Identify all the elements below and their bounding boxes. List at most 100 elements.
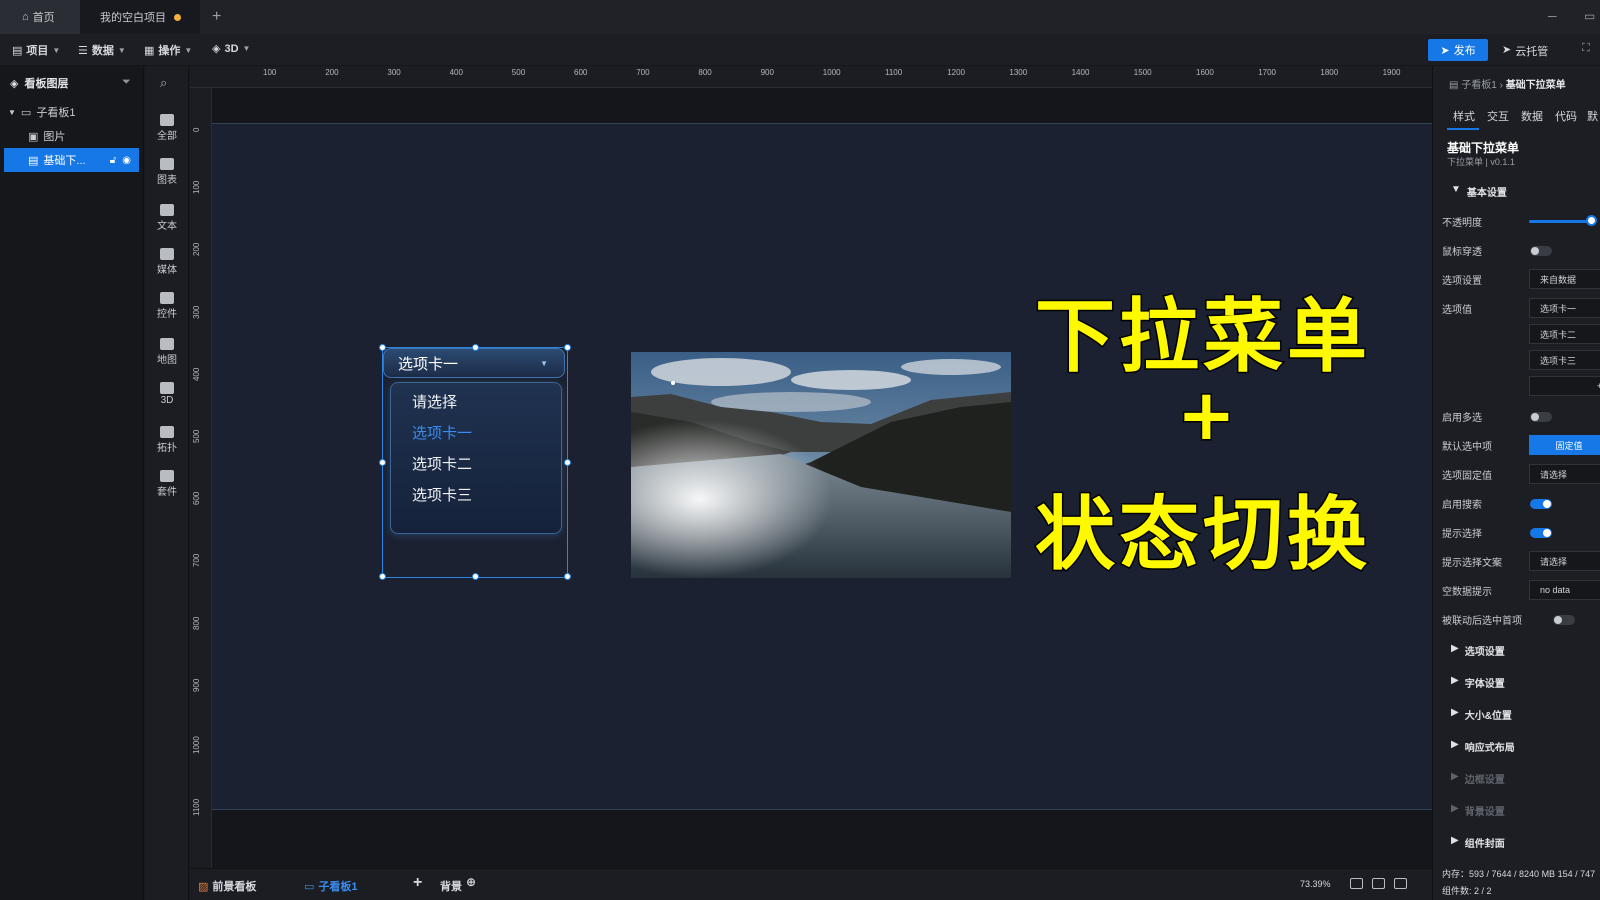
section-cover[interactable]: ▶ 组件封面 [1451, 835, 1505, 850]
resize-handle[interactable] [564, 459, 571, 466]
add-option-button[interactable]: + [1529, 376, 1600, 396]
menu-data[interactable]: ☰ 数据 ▼ [78, 42, 126, 58]
selection-box[interactable] [379, 344, 571, 580]
option-value-input[interactable]: 选项卡一 [1529, 298, 1600, 318]
tab-code[interactable]: 代码 [1555, 108, 1577, 124]
fixed-value-input[interactable]: 请选择 [1529, 464, 1600, 484]
tab-subboard[interactable]: ▭ 子看板1 [304, 878, 358, 894]
tab-data[interactable]: 数据 [1521, 108, 1543, 124]
minimize-button[interactable]: ─ [1548, 9, 1557, 23]
chevron-down-icon: ▼ [184, 45, 193, 55]
empty-hint-input[interactable]: no data [1529, 580, 1600, 600]
ruler-tick-label: 900 [760, 68, 774, 77]
hint-toggle[interactable] [1530, 528, 1552, 538]
board-canvas[interactable]: 选项卡一 ▼ 请选择 选项卡一 选项卡二 选项卡三 下拉菜单 + 状态切换 [212, 123, 1432, 810]
option-value-input[interactable]: 选项卡三 [1529, 350, 1600, 370]
layer-item-image[interactable]: ▣ 图片 [0, 124, 143, 148]
comp-control[interactable]: 控件 [145, 292, 189, 320]
section-background[interactable]: ▶ 背景设置 [1451, 803, 1505, 818]
resize-handle[interactable] [379, 573, 386, 580]
resize-handle[interactable] [564, 344, 571, 351]
unlock-icon[interactable]: 🔓︎ [110, 155, 116, 166]
comp-topology[interactable]: 拓扑 [145, 426, 189, 454]
add-circle-icon[interactable]: ⊕ [466, 875, 476, 889]
layer-item-dropdown[interactable]: ▤ 基础下... 🔓︎ ◉ [4, 148, 139, 172]
comp-text[interactable]: 文本 [145, 204, 189, 232]
tab-background[interactable]: 背景 ⊕ [440, 875, 476, 894]
option-source-select[interactable]: 来自数据 [1529, 269, 1600, 289]
resize-handle[interactable] [472, 344, 479, 351]
cloud-label: 云托管 [1515, 46, 1549, 58]
eye-icon[interactable]: ◉ [122, 155, 131, 166]
caret-right-icon: ▶ [1451, 675, 1459, 686]
menu-project[interactable]: ▤ 项目 ▼ [12, 42, 60, 58]
home-icon: ⌂ [22, 11, 29, 23]
tab-home[interactable]: ⌂ 首页 [0, 0, 80, 34]
comp-kit[interactable]: 套件 [145, 470, 189, 498]
chevron-down-icon: ▼ [52, 45, 61, 55]
menu-3d-label: 3D [224, 42, 239, 55]
comp-3d[interactable]: 3D [145, 382, 189, 406]
restore-button[interactable]: ▭ [1584, 9, 1595, 23]
breadcrumb-parent[interactable]: 子看板1 [1461, 80, 1497, 91]
image-icon: ▣ [28, 130, 39, 143]
hint-text-input[interactable]: 请选择 [1529, 551, 1600, 571]
layers-panel: ◈ 看板图层 ⏷ ▼ ▭ 子看板1 ▣ 图片 ▤ 基础下... 🔓︎ ◉ [0, 66, 144, 900]
default-mode-button[interactable]: 固定值 [1529, 435, 1600, 455]
tab-default[interactable]: 默 [1587, 108, 1598, 124]
board-icon: ▭ [304, 880, 315, 893]
zoom-level[interactable]: 73.39% [1300, 879, 1331, 889]
menu-3d[interactable]: ◈ 3D ▼ [212, 42, 250, 56]
tab-style[interactable]: 样式 [1453, 108, 1475, 124]
grid-icon: ▦ [144, 44, 155, 57]
tab-foreground[interactable]: ▨ 前景看板 [198, 878, 256, 894]
comp-chart[interactable]: 图表 [145, 158, 189, 186]
search-toggle[interactable] [1530, 499, 1552, 509]
layers-icon: ◈ [10, 77, 19, 90]
resize-handle[interactable] [379, 344, 386, 351]
tab-project[interactable]: 我的空白项目 [80, 0, 200, 34]
comp-map[interactable]: 地图 [145, 338, 189, 366]
section-font[interactable]: ▶ 字体设置 [1451, 675, 1505, 690]
filter-icon[interactable]: ⏷ [122, 76, 131, 89]
comp-all[interactable]: 全部 [145, 114, 189, 142]
layer-label: 基础下... [43, 155, 86, 167]
linked-first-toggle[interactable] [1553, 615, 1575, 625]
keyboard-icon[interactable] [1372, 878, 1385, 889]
section-options[interactable]: ▶ 选项设置 [1451, 643, 1505, 658]
add-board-button[interactable]: + [413, 874, 422, 892]
comp-label: 媒体 [157, 265, 177, 276]
resize-handle[interactable] [472, 573, 479, 580]
terminal-icon[interactable] [1394, 878, 1407, 889]
publish-button[interactable]: ➤ 发布 [1428, 39, 1488, 61]
section-responsive[interactable]: ▶ 响应式布局 [1451, 739, 1515, 754]
caret-right-icon: ▶ [1451, 643, 1459, 654]
section-border[interactable]: ▶ 边框设置 [1451, 771, 1505, 786]
resize-handle[interactable] [564, 573, 571, 580]
option-value-input[interactable]: 选项卡二 [1529, 324, 1600, 344]
comp-label: 套件 [157, 487, 177, 498]
add-tab-button[interactable]: + [212, 0, 221, 34]
landscape-image[interactable] [631, 352, 1011, 578]
comp-media[interactable]: 媒体 [145, 248, 189, 276]
section-basic[interactable]: ▼ 基本设置 [1451, 184, 1507, 199]
tab-interaction[interactable]: 交互 [1487, 108, 1509, 124]
section-label: 大小&位置 [1464, 711, 1512, 722]
component-rail: ⌕ 全部 图表 文本 媒体 控件 地图 3D 拓扑 套件 [145, 66, 189, 900]
section-label: 字体设置 [1464, 679, 1505, 690]
layer-item-subboard[interactable]: ▼ ▭ 子看板1 [0, 100, 143, 124]
ruler-tick-label: 300 [192, 305, 201, 319]
cloud-hosting-button[interactable]: ➤ 云托管 [1502, 43, 1548, 59]
multi-toggle[interactable] [1530, 412, 1552, 422]
mouse-through-toggle[interactable] [1530, 246, 1552, 256]
search-icon[interactable]: ⌕ [160, 75, 167, 91]
opacity-slider[interactable] [1529, 220, 1589, 223]
menu-operate[interactable]: ▦ 操作 ▼ [144, 42, 192, 58]
label-fixed-value: 选项固定值 [1442, 471, 1492, 482]
ruler-tick-label: 800 [192, 616, 201, 630]
resize-handle[interactable] [379, 459, 386, 466]
section-size-position[interactable]: ▶ 大小&位置 [1451, 707, 1512, 722]
fullscreen-icon[interactable]: ⛶ [1582, 42, 1590, 55]
fit-screen-icon[interactable] [1350, 878, 1363, 889]
opacity-slider-knob[interactable] [1586, 215, 1597, 226]
